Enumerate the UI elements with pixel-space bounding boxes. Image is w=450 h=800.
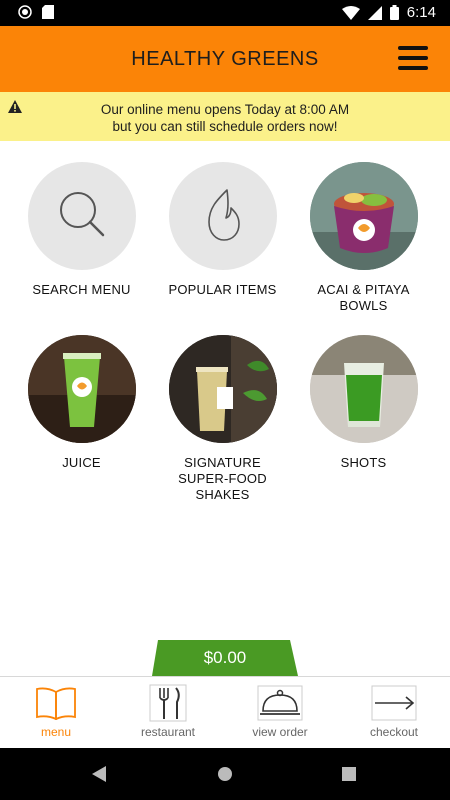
page-title: HEALTHY GREENS xyxy=(131,48,319,70)
search-menu-label: SEARCH MENU xyxy=(32,282,131,297)
fork-knife-icon xyxy=(149,684,187,722)
juice-cup-photo xyxy=(27,335,136,443)
recents-icon[interactable] xyxy=(342,767,356,781)
juice-label: JUICE xyxy=(62,455,101,470)
arrow-right-icon xyxy=(371,685,417,721)
nav-view-order[interactable]: view order xyxy=(224,683,336,739)
banner-line-1: Our online menu opens Today at 8:00 AM xyxy=(100,102,350,117)
nav-checkout-label: checkout xyxy=(369,725,419,739)
hamburger-menu-button[interactable] xyxy=(398,46,428,72)
status-time: 6:14 xyxy=(406,4,436,21)
app-header: HEALTHY GREENS xyxy=(0,26,450,92)
popular-items-circle xyxy=(168,162,277,270)
signature-shakes-tile[interactable]: SIGNATURE SUPER-FOOD SHAKES xyxy=(152,335,293,503)
bottom-navigation: menu restaurant view order checkout xyxy=(0,676,450,749)
cart-total-amount: $0.00 xyxy=(203,648,247,667)
acai-pitaya-bowls-tile[interactable]: ACAI & PITAYA BOWLS xyxy=(293,162,434,314)
search-menu-circle xyxy=(27,162,136,270)
shake-photo xyxy=(168,335,277,443)
back-icon[interactable] xyxy=(92,766,106,782)
nav-view-order-label: view order xyxy=(252,725,308,739)
cloche-icon xyxy=(257,685,303,721)
book-icon xyxy=(36,687,76,720)
sd-card-icon xyxy=(42,5,54,19)
banner-text: Our online menu opens Today at 8:00 AM b… xyxy=(0,101,450,135)
nav-menu[interactable]: menu xyxy=(0,683,112,739)
popular-items-label: POPULAR ITEMS xyxy=(168,282,277,297)
cellular-signal-icon xyxy=(367,5,382,20)
app-notification-icon xyxy=(18,5,32,19)
shots-tile[interactable]: SHOTS xyxy=(293,335,434,471)
home-icon[interactable] xyxy=(217,766,233,782)
nav-checkout[interactable]: checkout xyxy=(338,683,450,739)
search-icon xyxy=(59,192,104,237)
status-bar: 6:14 xyxy=(0,0,450,26)
banner-line-2: but you can still schedule orders now! xyxy=(112,119,338,134)
nav-restaurant[interactable]: restaurant xyxy=(112,683,224,739)
battery-icon xyxy=(389,5,399,20)
nav-menu-label: menu xyxy=(40,725,72,739)
wifi-icon xyxy=(341,5,360,20)
acai-pitaya-bowls-label: ACAI & PITAYA BOWLS xyxy=(317,282,410,313)
system-navigation-bar xyxy=(0,748,450,800)
shot-glass-photo xyxy=(309,335,418,443)
shots-label: SHOTS xyxy=(340,455,387,470)
cart-total-tab[interactable]: $0.00 xyxy=(152,640,298,676)
search-menu-tile[interactable]: SEARCH MENU xyxy=(11,162,152,298)
hamburger-icon xyxy=(398,46,428,50)
menu-hours-banner: Our online menu opens Today at 8:00 AM b… xyxy=(0,92,450,141)
juice-tile[interactable]: JUICE xyxy=(11,335,152,471)
nav-restaurant-label: restaurant xyxy=(140,725,196,739)
signature-shakes-label: SIGNATURE SUPER-FOOD SHAKES xyxy=(178,455,267,502)
flame-icon xyxy=(207,189,240,241)
popular-items-tile[interactable]: POPULAR ITEMS xyxy=(152,162,293,298)
acai-bowl-photo xyxy=(309,162,418,270)
